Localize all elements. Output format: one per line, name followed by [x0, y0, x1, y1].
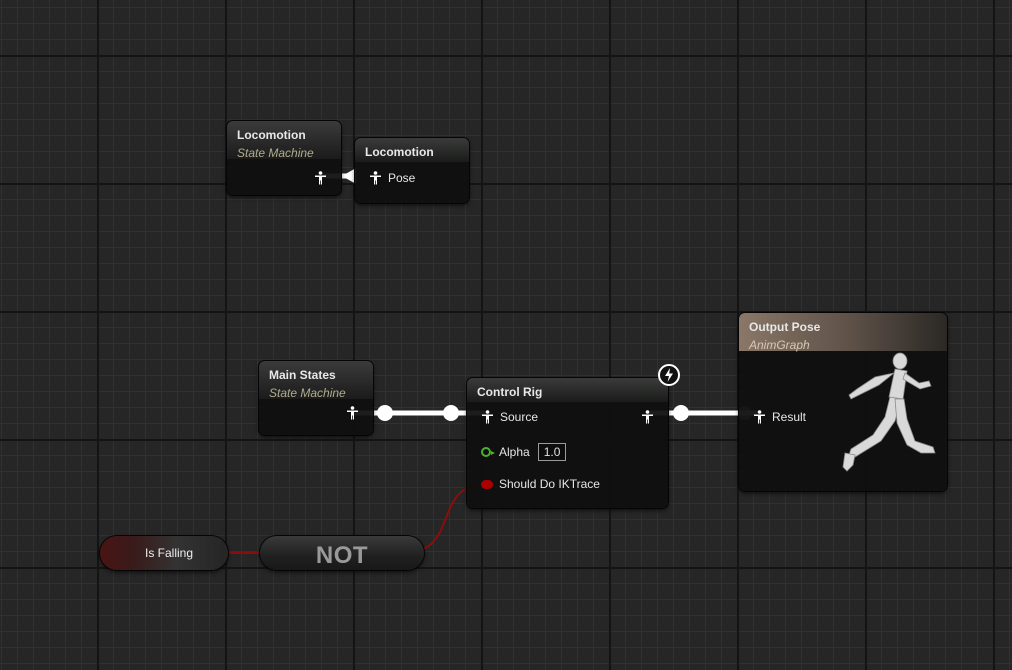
pin-label: Source: [500, 410, 539, 424]
alpha-input-pin[interactable]: Alpha 1.0: [481, 443, 567, 461]
output-pose-node[interactable]: Output Pose AnimGraph Result: [739, 313, 947, 491]
node-title: Locomotion: [237, 128, 306, 142]
person-pose-icon: [370, 171, 381, 185]
pin-label: Result: [772, 410, 807, 424]
float-pin-icon: [481, 447, 495, 457]
pin-label: Pose: [388, 171, 416, 185]
source-input-pin[interactable]: Source: [481, 410, 538, 424]
person-pose-icon: [347, 406, 358, 420]
node-header: Control Rig: [467, 378, 668, 402]
result-input-pin[interactable]: Result: [753, 410, 806, 424]
anim-graph-canvas[interactable]: Locomotion State Machine Locomotion Pose…: [0, 0, 1012, 670]
should-do-ik-input-pin[interactable]: Should Do IKTrace: [481, 477, 600, 491]
pose-input-pin[interactable]: Pose: [369, 171, 415, 185]
person-pose-icon: [754, 410, 765, 424]
variable-label: Is Falling: [145, 546, 194, 560]
pose-output-pin[interactable]: [641, 410, 654, 424]
node-title: Locomotion: [365, 145, 434, 159]
alpha-value-field[interactable]: 1.0: [537, 443, 567, 461]
pin-label: Alpha: [499, 445, 530, 459]
is-falling-variable-node[interactable]: Is Falling: [100, 536, 228, 570]
locomotion-state-machine-node[interactable]: Locomotion State Machine: [227, 121, 341, 195]
person-pose-icon: [642, 410, 653, 424]
lightning-bolt-icon: [658, 364, 680, 386]
main-states-node[interactable]: Main States State Machine: [259, 361, 373, 435]
node-subtitle: State Machine: [237, 146, 314, 160]
node-subtitle: State Machine: [269, 386, 346, 400]
not-label: NOT: [315, 542, 369, 569]
pose-output-pin[interactable]: [346, 406, 359, 420]
pin-label: Should Do IKTrace: [499, 477, 600, 491]
node-title: Main States: [269, 368, 336, 382]
not-node[interactable]: NOT: [260, 536, 424, 570]
node-header: Locomotion State Machine: [227, 121, 341, 160]
mannequin-running-icon: [842, 352, 936, 472]
person-pose-icon: [482, 410, 493, 424]
pose-output-pin[interactable]: [314, 171, 327, 185]
node-header: Output Pose AnimGraph: [739, 313, 947, 352]
control-rig-node[interactable]: Control Rig Source Alpha 1.0 Should Do I…: [467, 378, 668, 508]
locomotion-pose-node[interactable]: Locomotion Pose: [355, 138, 469, 203]
node-title: Output Pose: [749, 320, 821, 334]
node-title: Control Rig: [477, 385, 543, 399]
node-header: Main States State Machine: [259, 361, 373, 400]
bool-pin-icon: [481, 479, 493, 489]
node-header: Locomotion: [355, 138, 469, 162]
person-pose-icon: [315, 171, 326, 185]
